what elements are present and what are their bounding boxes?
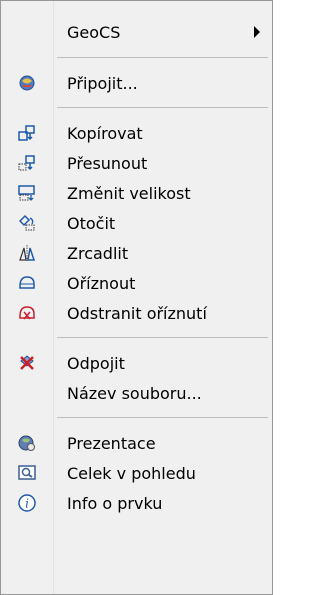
presentation-icon (17, 433, 37, 453)
menu-item-zrcadlit[interactable]: Zrcadlit (1, 238, 272, 268)
menu-item-label: Prezentace (67, 433, 156, 453)
submenu-arrow-icon (254, 26, 260, 38)
copy-icon (17, 123, 37, 143)
menu-item-label: Změnit velikost (67, 183, 191, 203)
menu-item-prezentace[interactable]: Prezentace (1, 428, 272, 458)
menu-item-label: Kopírovat (67, 123, 143, 143)
separator (57, 57, 268, 58)
menu-item-otocit[interactable]: Otočit (1, 208, 272, 238)
menu-item-odpojit[interactable]: Odpojit (1, 348, 272, 378)
svg-text:i: i (25, 497, 29, 511)
menu-item-odstranit-oriznuti[interactable]: Odstranit oříznutí (1, 298, 272, 328)
clip-icon (17, 273, 37, 293)
info-icon: i (17, 493, 37, 513)
rotate-icon (17, 213, 37, 233)
menu-item-zmenit-velikost[interactable]: Změnit velikost (1, 178, 272, 208)
disconnect-icon (17, 353, 37, 373)
zoom-extents-icon (17, 463, 37, 483)
menu-item-label: Odpojit (67, 353, 125, 373)
menu-item-pripojit[interactable]: Připojit... (1, 68, 272, 98)
menu-item-label: Název souboru... (67, 383, 202, 403)
mirror-icon (17, 243, 37, 263)
context-menu: GeoCS Připojit... Kopírovat Přesunout Zm… (0, 0, 273, 595)
menu-item-label: Odstranit oříznutí (67, 303, 207, 323)
menu-item-celek-v-pohledu[interactable]: Celek v pohledu (1, 458, 272, 488)
menu-item-presunout[interactable]: Přesunout (1, 148, 272, 178)
menu-item-info-o-prvku[interactable]: i Info o prvku (1, 488, 272, 518)
menu-item-oriznout[interactable]: Oříznout (1, 268, 272, 298)
menu-item-label: Zrcadlit (67, 243, 129, 263)
menu-item-label: Oříznout (67, 273, 136, 293)
menu-item-label: Připojit... (67, 73, 138, 93)
menu-item-geocs[interactable]: GeoCS (1, 17, 272, 47)
menu-item-label: GeoCS (67, 22, 121, 42)
separator (57, 337, 268, 338)
menu-item-label: Celek v pohledu (67, 463, 196, 483)
resize-icon (17, 183, 37, 203)
connect-icon (17, 73, 37, 93)
separator (57, 107, 268, 108)
menu-item-label: Přesunout (67, 153, 148, 173)
move-icon (17, 153, 37, 173)
menu-item-nazev-souboru[interactable]: Název souboru... (1, 378, 272, 408)
menu-item-label: Otočit (67, 213, 116, 233)
remove-clip-icon (17, 303, 37, 323)
separator (57, 417, 268, 418)
menu-item-label: Info o prvku (67, 493, 163, 513)
menu-item-kopirovat[interactable]: Kopírovat (1, 118, 272, 148)
